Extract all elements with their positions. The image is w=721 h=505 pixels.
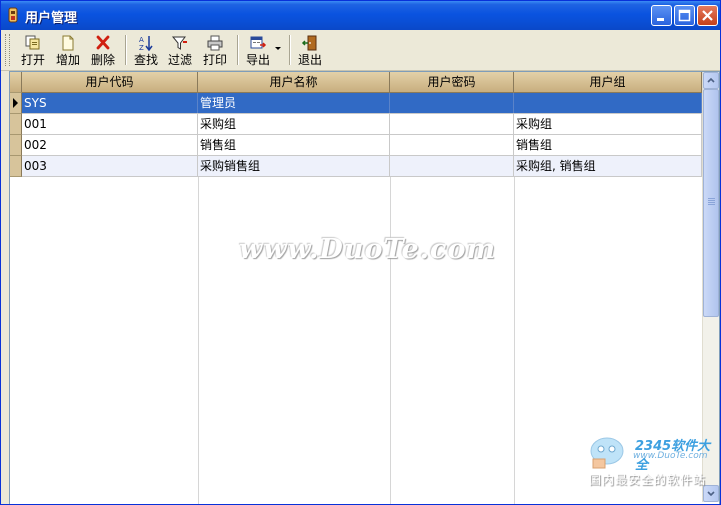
cell-code[interactable]: 001 <box>22 114 198 134</box>
row-indicator[interactable] <box>10 114 22 135</box>
cell-code[interactable]: 002 <box>22 135 198 155</box>
app-icon <box>8 7 18 23</box>
new-document-icon <box>62 35 74 51</box>
minimize-button[interactable] <box>651 5 672 26</box>
export-button[interactable]: 导出 <box>243 32 273 68</box>
site-logo: 2345软件大全 www.DuoTe.com 国内最安全的软件站 <box>583 431 718 491</box>
filter-icon <box>171 36 187 50</box>
cell-name[interactable]: 销售组 <box>198 135 390 155</box>
cell-group[interactable]: 采购组 <box>514 114 702 134</box>
print-label: 打印 <box>202 53 227 67</box>
cell-group[interactable] <box>514 93 702 113</box>
filter-button[interactable]: 过滤 <box>165 32 195 68</box>
open-label: 打开 <box>20 53 45 67</box>
export-icon <box>250 36 267 49</box>
close-icon <box>702 10 713 21</box>
title-bar[interactable]: 用户管理 <box>1 1 720 30</box>
table-row[interactable]: SYS 管理员 <box>22 93 702 114</box>
logo-url: www.DuoTe.com <box>633 451 708 461</box>
cell-name[interactable]: 采购销售组 <box>198 156 390 176</box>
print-button[interactable]: 打印 <box>200 32 230 68</box>
open-button[interactable]: 打开 <box>18 32 48 68</box>
cell-password[interactable] <box>390 93 514 113</box>
mascot-icon <box>590 437 624 469</box>
cell-group[interactable]: 采购组, 销售组 <box>514 156 702 176</box>
toolbar-separator <box>289 35 291 65</box>
toolbar-separator <box>125 35 127 65</box>
exit-door-icon <box>301 35 317 51</box>
table-row[interactable]: 001 采购组 采购组 <box>22 114 702 135</box>
user-management-window: 用户管理 打开 增加 删除 A Z 查找 过滤 打印 导出 退出 用户代码 用户… <box>0 0 721 505</box>
add-button[interactable]: 增加 <box>53 32 83 68</box>
cell-password[interactable] <box>390 156 514 176</box>
close-button[interactable] <box>697 5 718 26</box>
column-header-password[interactable]: 用户密码 <box>390 72 514 93</box>
minimize-icon <box>657 18 664 21</box>
chevron-up-icon <box>707 77 715 83</box>
scroll-up-button[interactable] <box>703 72 719 89</box>
maximize-icon <box>678 9 691 22</box>
table-row[interactable]: 002 销售组 销售组 <box>22 135 702 156</box>
cell-code[interactable]: SYS <box>22 93 198 113</box>
svg-text:A: A <box>139 36 144 44</box>
watermark-text: www.DuoTe.com <box>239 234 497 265</box>
logo-slogan: 国内最安全的软件站 <box>589 473 707 487</box>
toolbar-grip[interactable] <box>5 34 10 66</box>
cell-password[interactable] <box>390 135 514 155</box>
row-indicator[interactable] <box>10 156 22 177</box>
find-button[interactable]: A Z 查找 <box>131 32 161 68</box>
column-header-code[interactable]: 用户代码 <box>22 72 198 93</box>
current-row-arrow-icon <box>13 98 18 108</box>
toolbar-separator <box>237 35 239 65</box>
filter-label: 过滤 <box>167 53 192 67</box>
toolbar: 打开 增加 删除 A Z 查找 过滤 打印 导出 退出 <box>1 30 720 71</box>
cell-code[interactable]: 003 <box>22 156 198 176</box>
row-indicator[interactable] <box>10 135 22 156</box>
printer-icon <box>207 35 223 51</box>
cell-name[interactable]: 采购组 <box>198 114 390 134</box>
window-title: 用户管理 <box>25 11 78 26</box>
add-label: 增加 <box>55 53 80 67</box>
sort-az-icon: A Z <box>139 36 153 52</box>
cell-group[interactable]: 销售组 <box>514 135 702 155</box>
delete-button[interactable]: 删除 <box>88 32 118 68</box>
scroll-thumb[interactable] <box>703 89 719 317</box>
export-dropdown-arrow-icon[interactable] <box>275 47 281 50</box>
table-row[interactable]: 003 采购销售组 采购组, 销售组 <box>22 156 702 177</box>
exit-label: 退出 <box>297 53 322 67</box>
svg-text:Z: Z <box>139 44 144 52</box>
exit-button[interactable]: 退出 <box>295 32 325 68</box>
cell-name[interactable]: 管理员 <box>198 93 390 113</box>
column-header-name[interactable]: 用户名称 <box>198 72 390 93</box>
column-divider <box>514 177 515 504</box>
find-label: 查找 <box>133 53 158 67</box>
column-header-group[interactable]: 用户组 <box>514 72 702 93</box>
column-divider <box>390 177 391 504</box>
open-icon <box>25 35 40 50</box>
column-divider <box>198 177 199 504</box>
header-corner <box>10 72 22 93</box>
row-indicator[interactable] <box>10 93 22 114</box>
cell-password[interactable] <box>390 114 514 134</box>
export-label: 导出 <box>245 53 270 67</box>
maximize-button[interactable] <box>674 5 695 26</box>
delete-icon <box>96 35 110 50</box>
delete-label: 删除 <box>90 53 115 67</box>
